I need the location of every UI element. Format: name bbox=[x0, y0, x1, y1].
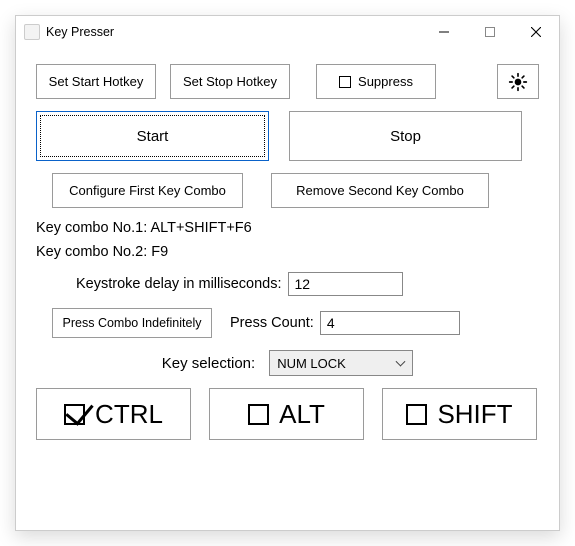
minimize-icon bbox=[439, 27, 449, 37]
key-selection-label: Key selection: bbox=[162, 355, 255, 372]
shift-label: SHIFT bbox=[437, 399, 512, 430]
suppress-toggle[interactable]: Suppress bbox=[316, 64, 436, 99]
theme-button[interactable] bbox=[497, 64, 539, 99]
sun-icon bbox=[508, 72, 528, 92]
close-icon bbox=[531, 27, 541, 37]
press-count-input[interactable] bbox=[320, 311, 460, 335]
shift-checkbox-icon bbox=[406, 404, 427, 425]
alt-label: ALT bbox=[279, 399, 325, 430]
ctrl-checkbox-icon bbox=[64, 404, 85, 425]
remove-second-combo-button[interactable]: Remove Second Key Combo bbox=[271, 173, 489, 208]
combo1-display: Key combo No.1: ALT+SHIFT+F6 bbox=[36, 220, 539, 236]
combo2-display: Key combo No.2: F9 bbox=[36, 244, 539, 260]
suppress-checkbox-icon bbox=[339, 76, 351, 88]
delay-label: Keystroke delay in milliseconds: bbox=[76, 276, 282, 292]
close-button[interactable] bbox=[513, 16, 559, 48]
app-window: Key Presser Set Start Hotkey Set Stop Ho… bbox=[15, 15, 560, 531]
start-button[interactable]: Start bbox=[36, 111, 269, 161]
press-count-label: Press Count: bbox=[230, 315, 314, 331]
alt-modifier-toggle[interactable]: ALT bbox=[209, 388, 364, 440]
ctrl-label: CTRL bbox=[95, 399, 163, 430]
delay-input[interactable] bbox=[288, 272, 403, 296]
press-indefinitely-button[interactable]: Press Combo Indefinitely bbox=[52, 308, 212, 338]
suppress-label: Suppress bbox=[358, 74, 413, 89]
set-stop-hotkey-button[interactable]: Set Stop Hotkey bbox=[170, 64, 290, 99]
maximize-icon bbox=[485, 27, 495, 37]
minimize-button[interactable] bbox=[421, 16, 467, 48]
configure-first-combo-button[interactable]: Configure First Key Combo bbox=[52, 173, 243, 208]
key-selection-dropdown[interactable]: NUM LOCK bbox=[269, 350, 413, 376]
stop-button[interactable]: Stop bbox=[289, 111, 522, 161]
titlebar: Key Presser bbox=[16, 16, 559, 48]
set-start-hotkey-button[interactable]: Set Start Hotkey bbox=[36, 64, 156, 99]
alt-checkbox-icon bbox=[248, 404, 269, 425]
maximize-button[interactable] bbox=[467, 16, 513, 48]
window-title: Key Presser bbox=[46, 25, 114, 39]
ctrl-modifier-toggle[interactable]: CTRL bbox=[36, 388, 191, 440]
shift-modifier-toggle[interactable]: SHIFT bbox=[382, 388, 537, 440]
app-icon bbox=[24, 24, 40, 40]
